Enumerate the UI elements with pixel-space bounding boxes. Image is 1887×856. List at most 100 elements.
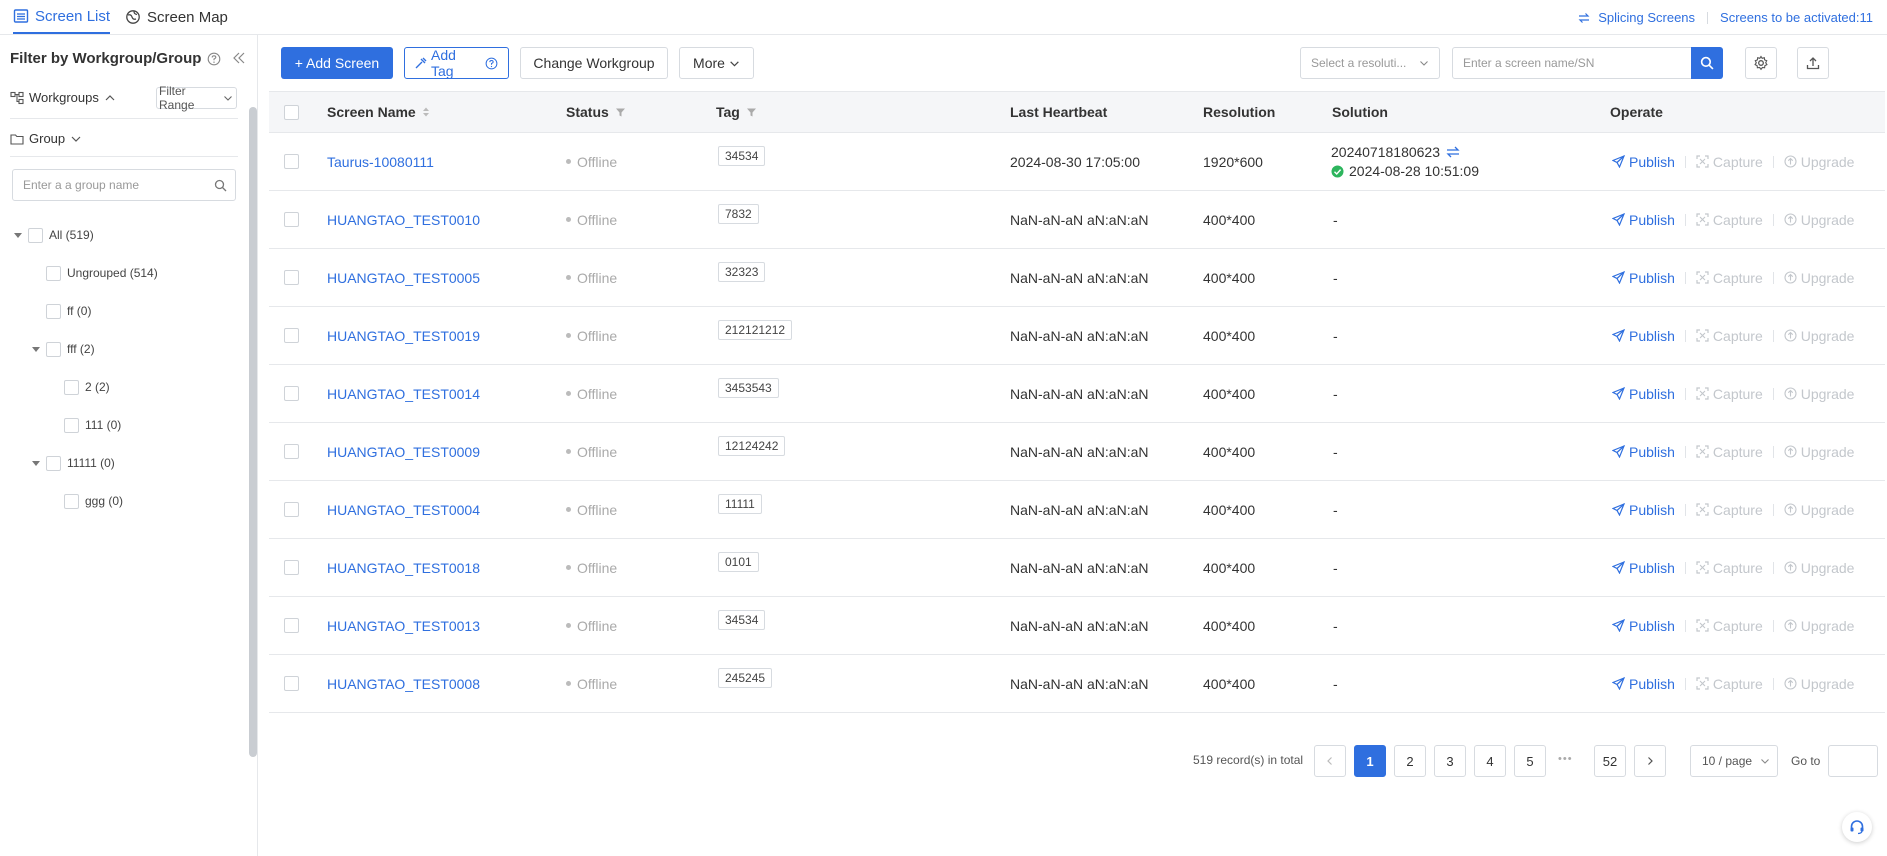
- tree-node-ggg[interactable]: ggg (0): [64, 492, 123, 510]
- capture-button[interactable]: Capture: [1696, 444, 1763, 460]
- tag-chip[interactable]: 32323: [718, 261, 766, 282]
- filter-icon[interactable]: [615, 107, 626, 118]
- publish-button[interactable]: Publish: [1612, 154, 1675, 170]
- row-checkbox[interactable]: [284, 365, 299, 422]
- upgrade-button[interactable]: Upgrade: [1784, 328, 1854, 344]
- tag-chip[interactable]: 11111: [718, 493, 762, 514]
- upgrade-button[interactable]: Upgrade: [1784, 212, 1854, 228]
- select-all-checkbox[interactable]: [284, 92, 299, 132]
- upgrade-button[interactable]: Upgrade: [1784, 444, 1854, 460]
- row-checkbox[interactable]: [284, 307, 299, 364]
- tree-checkbox[interactable]: [46, 455, 61, 471]
- next-page-button[interactable]: [1634, 745, 1666, 777]
- publish-button[interactable]: Publish: [1612, 270, 1675, 286]
- tree-checkbox[interactable]: [46, 265, 61, 281]
- row-checkbox[interactable]: [284, 655, 299, 712]
- more-button[interactable]: More: [679, 47, 754, 79]
- capture-button[interactable]: Capture: [1696, 212, 1763, 228]
- capture-button[interactable]: Capture: [1696, 560, 1763, 576]
- screen-name-link[interactable]: HUANGTAO_TEST0004: [327, 481, 480, 538]
- upgrade-button[interactable]: Upgrade: [1784, 154, 1854, 170]
- workgroups-toggle[interactable]: Workgroups: [10, 90, 116, 105]
- capture-button[interactable]: Capture: [1696, 328, 1763, 344]
- publish-button[interactable]: Publish: [1612, 444, 1675, 460]
- screen-name-link[interactable]: HUANGTAO_TEST0008: [327, 655, 480, 712]
- upgrade-button[interactable]: Upgrade: [1784, 560, 1854, 576]
- publish-button[interactable]: Publish: [1612, 212, 1675, 228]
- header-tag[interactable]: Tag: [716, 92, 757, 132]
- add-screen-button[interactable]: + Add Screen: [281, 47, 393, 79]
- screen-search-input[interactable]: Enter a screen name/SN: [1452, 47, 1692, 79]
- sidebar-scrollbar[interactable]: [249, 107, 257, 757]
- tree-node-ff[interactable]: ff (0): [46, 302, 91, 320]
- sort-icon[interactable]: [422, 106, 430, 118]
- publish-button[interactable]: Publish: [1612, 560, 1675, 576]
- tag-chip[interactable]: 212121212: [718, 319, 793, 340]
- switch-icon[interactable]: [1446, 146, 1460, 158]
- upgrade-button[interactable]: Upgrade: [1784, 270, 1854, 286]
- tab-screen-list[interactable]: Screen List: [13, 0, 111, 34]
- row-checkbox[interactable]: [284, 191, 299, 248]
- tag-chip[interactable]: 34534: [718, 609, 766, 630]
- screens-to-activate-link[interactable]: Screens to be activated:11: [1720, 10, 1873, 25]
- tree-checkbox[interactable]: [64, 417, 79, 433]
- search-icon[interactable]: [214, 179, 227, 192]
- caret-down-icon[interactable]: [32, 460, 40, 466]
- export-button[interactable]: [1797, 47, 1829, 79]
- row-checkbox[interactable]: [284, 249, 299, 306]
- page-button-4[interactable]: 4: [1474, 745, 1506, 777]
- upgrade-button[interactable]: Upgrade: [1784, 386, 1854, 402]
- upgrade-button[interactable]: Upgrade: [1784, 502, 1854, 518]
- screen-name-link[interactable]: HUANGTAO_TEST0018: [327, 539, 480, 596]
- capture-button[interactable]: Capture: [1696, 618, 1763, 634]
- prev-page-button[interactable]: [1314, 745, 1346, 777]
- upgrade-button[interactable]: Upgrade: [1784, 618, 1854, 634]
- capture-button[interactable]: Capture: [1696, 270, 1763, 286]
- screen-name-link[interactable]: HUANGTAO_TEST0005: [327, 249, 480, 306]
- tree-node-all[interactable]: All (519): [14, 226, 94, 244]
- tree-node-111[interactable]: 111 (0): [64, 416, 121, 434]
- resolution-select[interactable]: Select a resoluti...: [1300, 47, 1440, 79]
- publish-button[interactable]: Publish: [1612, 386, 1675, 402]
- capture-button[interactable]: Capture: [1696, 154, 1763, 170]
- tree-checkbox[interactable]: [46, 341, 61, 357]
- page-button-last[interactable]: 52: [1594, 745, 1626, 777]
- help-icon[interactable]: [485, 57, 498, 70]
- screen-name-link[interactable]: HUANGTAO_TEST0009: [327, 423, 480, 480]
- change-workgroup-button[interactable]: Change Workgroup: [520, 47, 668, 79]
- publish-button[interactable]: Publish: [1612, 502, 1675, 518]
- tree-checkbox[interactable]: [64, 493, 79, 509]
- filter-icon[interactable]: [746, 107, 757, 118]
- tree-node-11111[interactable]: 11111 (0): [32, 454, 115, 472]
- support-button[interactable]: [1842, 812, 1872, 842]
- settings-button[interactable]: [1745, 47, 1777, 79]
- tag-chip[interactable]: 7832: [718, 203, 759, 224]
- tag-chip[interactable]: 12124242: [718, 435, 786, 456]
- tag-chip[interactable]: 0101: [718, 551, 759, 572]
- publish-button[interactable]: Publish: [1612, 328, 1675, 344]
- header-status[interactable]: Status: [566, 92, 626, 132]
- screen-name-link[interactable]: HUANGTAO_TEST0010: [327, 191, 480, 248]
- page-size-select[interactable]: 10 / page: [1690, 745, 1778, 777]
- row-checkbox[interactable]: [284, 597, 299, 654]
- caret-down-icon[interactable]: [14, 232, 22, 238]
- header-screen-name[interactable]: Screen Name: [327, 92, 430, 132]
- row-checkbox[interactable]: [284, 133, 299, 190]
- capture-button[interactable]: Capture: [1696, 502, 1763, 518]
- screen-name-link[interactable]: Taurus-10080111: [327, 133, 434, 190]
- group-search-input[interactable]: Enter a a group name: [12, 169, 236, 201]
- tag-chip[interactable]: 3453543: [718, 377, 779, 398]
- page-button-2[interactable]: 2: [1394, 745, 1426, 777]
- row-checkbox[interactable]: [284, 481, 299, 538]
- screen-name-link[interactable]: HUANGTAO_TEST0013: [327, 597, 480, 654]
- goto-page-input[interactable]: [1828, 745, 1878, 777]
- tree-checkbox[interactable]: [28, 227, 43, 243]
- capture-button[interactable]: Capture: [1696, 676, 1763, 692]
- collapse-icon[interactable]: [232, 51, 246, 65]
- page-button-3[interactable]: 3: [1434, 745, 1466, 777]
- page-button-5[interactable]: 5: [1514, 745, 1546, 777]
- publish-button[interactable]: Publish: [1612, 618, 1675, 634]
- tree-checkbox[interactable]: [46, 303, 61, 319]
- capture-button[interactable]: Capture: [1696, 386, 1763, 402]
- tree-node-2[interactable]: 2 (2): [64, 378, 110, 396]
